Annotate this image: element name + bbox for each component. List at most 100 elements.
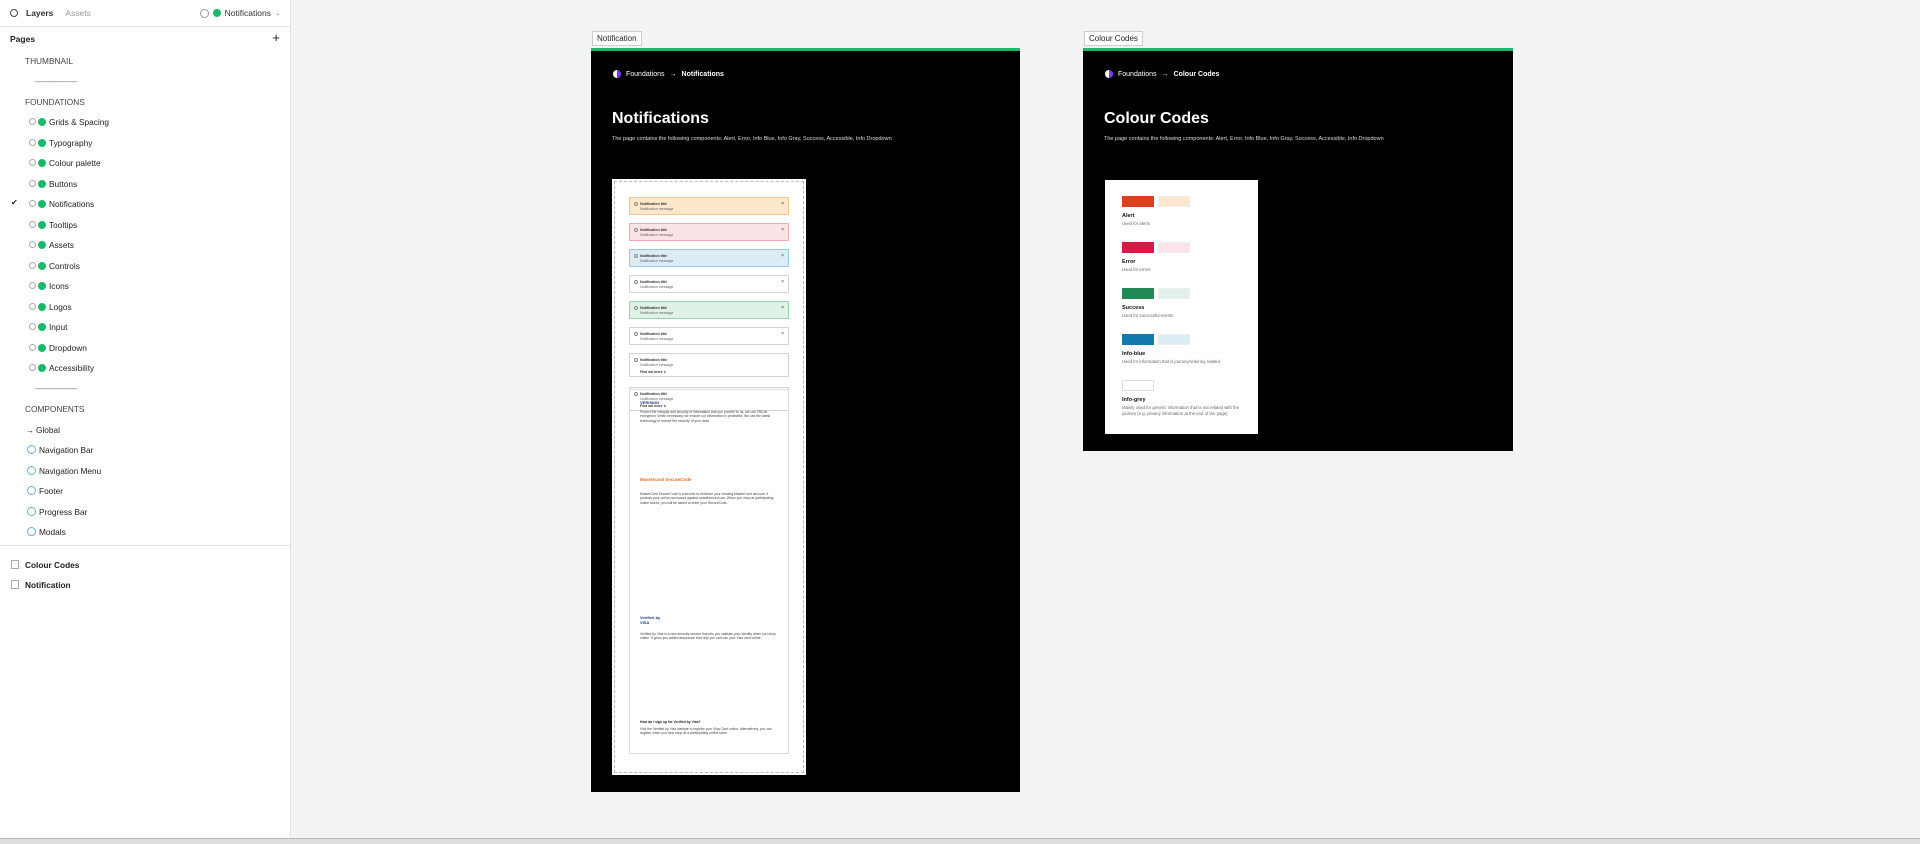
layers-sidebar: Layers Assets Notifications ⌄ Pages + TH… [0, 0, 291, 838]
find-out-more-link[interactable]: Find out more ∨ [640, 370, 666, 374]
close-icon[interactable]: × [781, 331, 784, 337]
file-icon [11, 580, 19, 589]
visa-text: Verified by Visa is a new security servi… [640, 632, 776, 641]
info-icon [634, 202, 638, 206]
status-ring-icon [29, 241, 36, 248]
notification-alert: Notification title Notification message × [629, 275, 789, 293]
page-item-page[interactable]: Grids & Spacing [0, 114, 290, 130]
close-icon[interactable]: × [781, 227, 784, 233]
page-item-section[interactable]: FOUNDATIONS [0, 94, 290, 110]
status-ring-icon [29, 364, 36, 371]
sidebar-topbar: Layers Assets Notifications ⌄ [0, 0, 290, 26]
settings-icon[interactable] [199, 8, 209, 18]
page-item-page[interactable]: Tooltips [0, 217, 290, 233]
colour-code-description: Used for errors [1122, 267, 1151, 272]
notification-alert: Notification title Notification message × [629, 301, 789, 319]
page-item-label: Input [49, 322, 68, 332]
visa-logo: Verified by VISA [640, 615, 661, 625]
page-item-page[interactable]: Colour palette [0, 155, 290, 171]
page-item-section[interactable]: THUMBNAIL [0, 53, 290, 69]
colour-code-name: Info-grey [1122, 397, 1146, 403]
file-name: Notifications [224, 8, 271, 18]
page-item-label: Navigation Menu [39, 466, 102, 476]
page-item-label: Accessibility [49, 363, 95, 373]
page-item-page[interactable]: Logos [0, 299, 290, 315]
tab-assets[interactable]: Assets [65, 8, 91, 18]
status-dot-icon [212, 9, 221, 17]
close-icon[interactable]: × [781, 279, 784, 285]
page-item-page[interactable]: Assets [0, 237, 290, 253]
page-item-comp[interactable]: Footer [0, 483, 290, 499]
page-description: The page contains the following componen… [612, 136, 892, 142]
colour-code-description: Used for alerts [1122, 221, 1150, 226]
page-item-arrow[interactable]: → Global [0, 422, 290, 438]
notification-title: Notification title [640, 254, 668, 258]
security-info-panel: VERISIGN Protect the integrity and secur… [629, 389, 789, 754]
search-icon[interactable] [10, 9, 18, 17]
component-icon [27, 445, 36, 454]
info-icon [634, 280, 638, 284]
page-item-label: COMPONENTS [25, 404, 85, 414]
frame-notification[interactable]: Foundations → Notifications Notification… [591, 48, 1020, 792]
page-item-label: Footer [39, 486, 63, 496]
page-item-page[interactable]: Icons [0, 278, 290, 294]
close-icon[interactable]: × [781, 201, 784, 207]
page-item-sep[interactable]: ----------------------- [0, 74, 290, 90]
page-item-comp[interactable]: Navigation Menu [0, 463, 290, 479]
notification-title: Notification title [640, 358, 668, 362]
horizontal-scrollbar[interactable] [0, 838, 1920, 844]
frame-colour-codes[interactable]: Foundations → Colour Codes Colour Codes … [1083, 48, 1513, 451]
frame-label-notification[interactable]: Notification [592, 31, 642, 46]
status-ring-icon [29, 200, 36, 207]
close-icon[interactable]: × [781, 305, 784, 311]
page-item-label: Progress Bar [39, 507, 88, 517]
tab-layers[interactable]: Layers [26, 8, 53, 18]
file-item[interactable]: Notification [0, 577, 290, 593]
notification-title: Notification title [640, 280, 668, 284]
page-item-page[interactable]: Accessibility [0, 360, 290, 376]
notification-title: Notification title [640, 228, 668, 232]
frame-label-colour-codes[interactable]: Colour Codes [1084, 31, 1143, 46]
file-item[interactable]: Colour Codes [0, 557, 290, 573]
notification-message: Notification message [640, 259, 674, 263]
pages-title: Pages [10, 34, 36, 44]
page-item-label: Modals [39, 527, 66, 537]
colour-swatch-secondary [1158, 334, 1190, 345]
page-item-comp[interactable]: Progress Bar [0, 504, 290, 520]
close-icon[interactable]: × [781, 253, 784, 259]
status-ring-icon [29, 139, 36, 146]
notification-message: Notification message [640, 337, 674, 341]
colour-code-description: Mainly used for generic information that… [1122, 405, 1240, 416]
green-status-icon [38, 118, 46, 126]
file-icon [11, 560, 19, 569]
info-icon [634, 358, 638, 362]
arrow-right-icon: → [26, 425, 34, 435]
page-item-comp[interactable]: Navigation Bar [0, 442, 290, 458]
notification-message: Notification message [640, 233, 674, 237]
colour-swatch-secondary [1158, 242, 1190, 253]
page-item-section[interactable]: COMPONENTS [0, 401, 290, 417]
green-status-icon [38, 200, 46, 208]
page-item-page[interactable]: Controls [0, 258, 290, 274]
add-page-icon[interactable]: + [272, 31, 280, 44]
notifications-card: Notification title Notification message × N… [612, 179, 806, 775]
notification-message: Notification message [640, 207, 674, 211]
page-item-label: Grids & Spacing [49, 117, 109, 127]
colour-code-name: Alert [1122, 213, 1135, 219]
page-item-page[interactable]: Input [0, 319, 290, 335]
page-item-page[interactable]: Typography [0, 135, 290, 151]
page-item-page[interactable]: Buttons [0, 176, 290, 192]
mastercard-logo: Mastercard SecureCode [640, 477, 692, 482]
page-item-page[interactable]: ✔ Notifications [0, 196, 290, 212]
status-ring-icon [29, 118, 36, 125]
page-item-sep[interactable]: ----------------------- [0, 381, 290, 397]
chevron-down-icon: ⌄ [274, 10, 280, 17]
component-icon [27, 527, 36, 536]
info-icon [634, 306, 638, 310]
page-item-comp[interactable]: Modals [0, 524, 290, 540]
verisign-text: Protect the integrity and security of in… [640, 410, 771, 423]
page-item-page[interactable]: Dropdown [0, 340, 290, 356]
file-switcher[interactable]: Notifications ⌄ [199, 8, 280, 18]
notification-title: Notification title [640, 202, 668, 206]
green-status-icon [38, 180, 46, 188]
